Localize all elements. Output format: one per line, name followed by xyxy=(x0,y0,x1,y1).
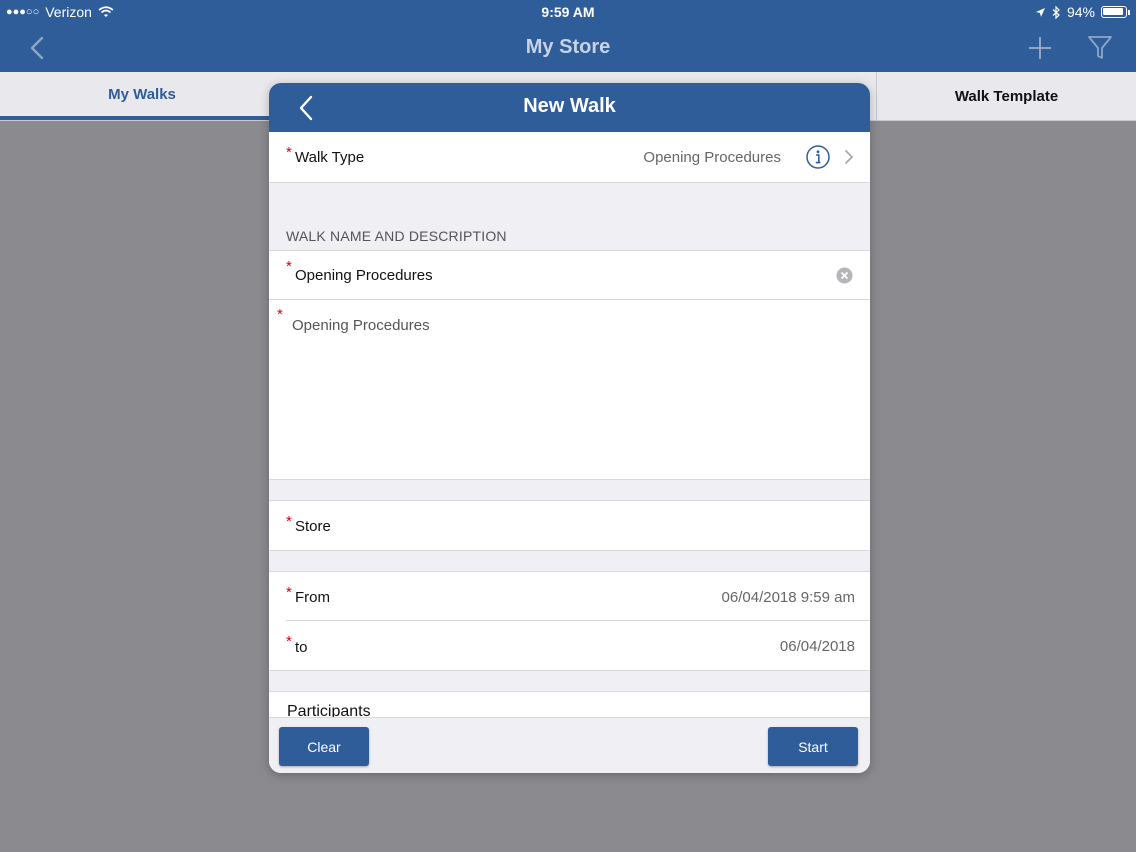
walk-type-label: Walk Type xyxy=(295,149,365,166)
add-icon[interactable] xyxy=(1026,34,1054,62)
section-header: WALK NAME AND DESCRIPTION xyxy=(286,228,507,244)
divider xyxy=(269,670,870,671)
chevron-right-icon xyxy=(845,150,854,164)
filter-icon[interactable] xyxy=(1087,34,1113,62)
from-label: From xyxy=(295,589,330,606)
walk-description-field[interactable]: * Opening Procedures xyxy=(269,300,870,479)
modal-footer: Clear Start xyxy=(269,717,870,773)
to-date-row[interactable]: * to 06/04/2018 xyxy=(269,621,870,670)
battery-percent: 94% xyxy=(1066,4,1095,20)
info-icon[interactable] xyxy=(806,145,830,169)
required-marker: * xyxy=(286,633,292,650)
from-date-value: 06/04/2018 9:59 am xyxy=(721,589,855,606)
modal-title: New Walk xyxy=(523,95,616,117)
divider xyxy=(269,479,870,480)
to-date-value: 06/04/2018 xyxy=(779,638,855,655)
clear-button[interactable]: Clear xyxy=(279,727,369,766)
store-row[interactable]: * Store xyxy=(269,501,870,550)
navigation-bar: My Store xyxy=(0,24,1136,72)
tab-walk-template[interactable]: Walk Template xyxy=(876,72,1136,120)
to-label: to xyxy=(295,639,308,656)
walk-name-field[interactable]: * Opening Procedures xyxy=(269,251,870,299)
required-marker: * xyxy=(277,306,283,323)
walk-type-row[interactable]: * Walk Type Opening Procedures xyxy=(269,132,870,182)
store-label: Store xyxy=(295,518,331,535)
from-date-row[interactable]: * From 06/04/2018 9:59 am xyxy=(269,572,870,621)
walk-name-value[interactable]: Opening Procedures xyxy=(295,267,433,284)
status-time: 9:59 AM xyxy=(541,4,595,20)
start-button[interactable]: Start xyxy=(768,727,858,766)
page-title: My Store xyxy=(525,36,611,58)
walk-description-value[interactable]: Opening Procedures xyxy=(292,317,430,334)
required-marker: * xyxy=(286,258,292,275)
status-right: 94% xyxy=(1035,4,1130,20)
divider xyxy=(269,550,870,551)
bluetooth-icon xyxy=(1052,5,1060,19)
modal-header: New Walk xyxy=(269,83,870,132)
status-bar: ●●●○○ Verizon 9:59 AM 94% xyxy=(0,0,1136,24)
battery-tip xyxy=(1128,9,1130,15)
required-marker: * xyxy=(286,513,292,530)
tab-my-walks[interactable]: My Walks xyxy=(0,72,284,120)
new-walk-modal: New Walk * Walk Type Opening Procedures … xyxy=(269,83,870,773)
required-marker: * xyxy=(286,144,292,161)
walk-type-value: Opening Procedures xyxy=(643,149,781,166)
divider xyxy=(269,182,870,183)
battery-icon xyxy=(1101,6,1127,18)
required-marker: * xyxy=(286,584,292,601)
clear-text-icon[interactable] xyxy=(836,267,853,284)
location-arrow-icon xyxy=(1035,7,1045,17)
